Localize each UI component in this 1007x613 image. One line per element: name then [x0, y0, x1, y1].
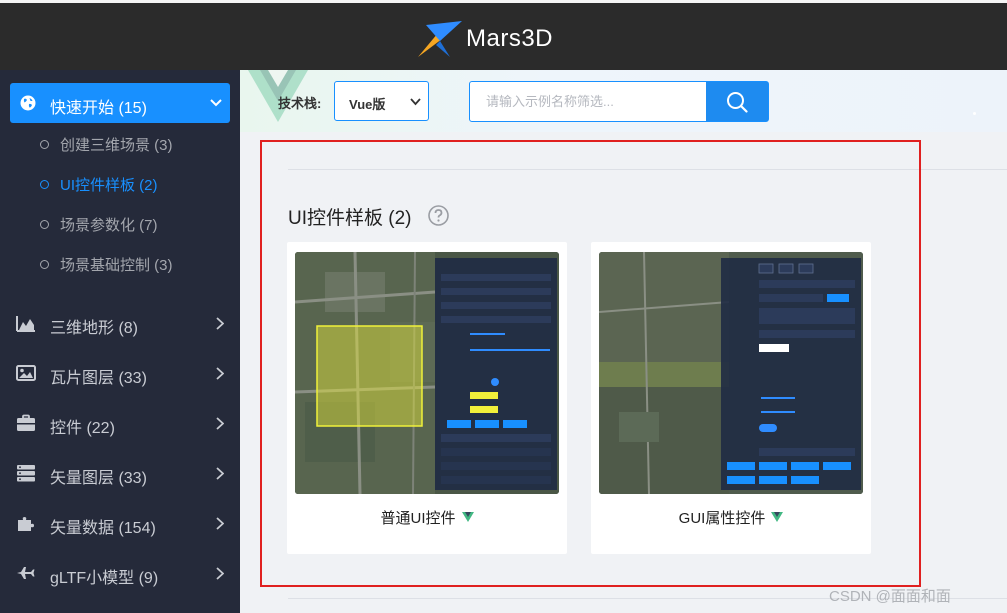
circle-bullet-icon — [40, 139, 49, 149]
sidebar-item-controls[interactable]: 控件 (22) — [0, 403, 240, 443]
sidebar-item-tile-layers[interactable]: 瓦片图层 (33) — [0, 353, 240, 393]
search-icon — [727, 91, 748, 113]
brand-name: Mars3D — [466, 25, 554, 52]
sidebar-subitem-label: 创建三维场景 (3) — [60, 136, 173, 154]
tech-stack-select[interactable]: Vue版 — [334, 81, 429, 121]
annotation-highlight-box — [260, 140, 921, 587]
sidebar-item-vector-layers[interactable]: 矢量图层 (33) — [0, 453, 240, 493]
search-input[interactable] — [470, 82, 706, 121]
tech-stack-label: 技术栈: — [278, 96, 322, 111]
sidebar-item-label: 快速开始 (15) — [50, 100, 147, 117]
plane-icon — [17, 567, 35, 579]
chevron-down-icon — [210, 99, 222, 107]
search-button[interactable] — [706, 82, 768, 121]
sidebar-subitem-scene-params[interactable]: 场景参数化 (7) — [40, 212, 158, 236]
sidebar-item-vector-data[interactable]: 矢量数据 (154) — [0, 503, 240, 543]
tech-stack-value: Vue版 — [349, 97, 386, 112]
brand-logo[interactable]: Mars3D — [416, 19, 553, 59]
sidebar-subitem-label: 场景基础控制 (3) — [60, 256, 173, 274]
chevron-right-icon — [216, 367, 224, 380]
chevron-right-icon — [216, 417, 224, 430]
sidebar-item-label: 三维地形 (8) — [50, 320, 139, 337]
chevron-down-icon — [410, 98, 421, 106]
briefcase-icon — [17, 414, 35, 431]
sidebar-subitem-label: UI控件样板 (2) — [60, 176, 158, 194]
sidebar-item-label: 瓦片图层 (33) — [50, 370, 147, 387]
puzzle-icon — [18, 517, 34, 531]
sidebar-subitem-ui-controls[interactable]: UI控件样板 (2) — [40, 172, 158, 196]
filter-toolbar: 技术栈: Vue版 — [240, 70, 1007, 132]
mars3d-logo-icon — [418, 21, 462, 57]
circle-bullet-icon — [40, 259, 49, 269]
decorative-dot — [973, 112, 976, 115]
circle-bullet-icon — [40, 179, 49, 189]
sidebar-item-gltf-models[interactable]: gLTF小模型 (9) — [0, 553, 240, 593]
sidebar-item-label: 矢量数据 (154) — [50, 520, 156, 537]
sidebar: 快速开始 (15) 创建三维场景 (3) UI控件样板 (2) 场景参数化 (7… — [0, 70, 240, 613]
image-icon — [16, 365, 36, 381]
chevron-right-icon — [216, 467, 224, 480]
sidebar-item-terrain[interactable]: 三维地形 (8) — [0, 303, 240, 343]
terrain-chart-icon — [16, 316, 35, 332]
sidebar-item-label: 控件 (22) — [50, 420, 115, 437]
example-search-box — [469, 81, 769, 122]
app-header: Mars3D — [0, 0, 1007, 70]
sidebar-item-quick-start[interactable]: 快速开始 (15) — [10, 83, 230, 123]
circle-bullet-icon — [40, 219, 49, 229]
sidebar-subitem-scene-basic-control[interactable]: 场景基础控制 (3) — [40, 252, 173, 276]
globe-icon — [20, 95, 36, 111]
sidebar-subitem-label: 场景参数化 (7) — [60, 216, 158, 234]
server-icon — [17, 465, 35, 482]
sidebar-item-label: gLTF小模型 (9) — [50, 570, 159, 587]
sidebar-item-label: 矢量图层 (33) — [50, 470, 147, 487]
chevron-right-icon — [216, 317, 224, 330]
chevron-right-icon — [216, 567, 224, 580]
chevron-right-icon — [216, 517, 224, 530]
csdn-watermark: CSDN @面面和面 — [829, 588, 951, 605]
sidebar-subitem-create-scene[interactable]: 创建三维场景 (3) — [40, 132, 173, 156]
